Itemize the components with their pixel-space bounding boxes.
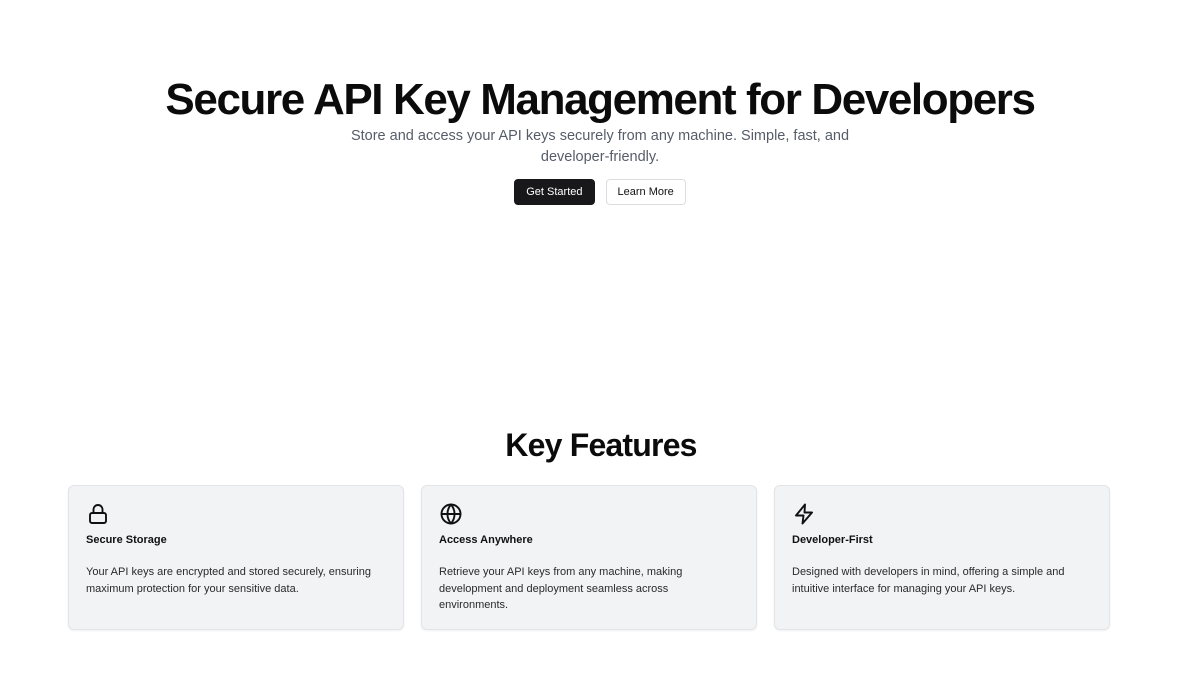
feature-card-secure-storage: Secure Storage Your API keys are encrypt… [68,485,404,630]
feature-card-developer-first: Developer-First Designed with developers… [774,485,1110,630]
feature-title: Developer-First [792,534,873,546]
feature-title: Secure Storage [86,534,167,546]
lock-icon [86,502,110,526]
get-started-button[interactable]: Get Started [514,179,595,205]
feature-description: Your API keys are encrypted and stored s… [86,566,371,595]
globe-icon [439,502,463,526]
hero-title: Secure API Key Management for Developers [165,75,1036,124]
feature-card-access-anywhere: Access Anywhere Retrieve your API keys f… [421,485,757,630]
feature-title: Access Anywhere [439,534,533,546]
lightning-icon [792,502,816,526]
features-section: Key Features Secure Storage Your API key… [0,424,1200,630]
features-title: Key Features [505,427,697,463]
hero-section: Secure API Key Management for Developers… [0,74,1200,205]
landing-page: Secure API Key Management for Developers… [0,0,1200,688]
feature-description: Retrieve your API keys from any machine,… [439,566,683,611]
learn-more-button[interactable]: Learn More [605,179,686,205]
hero-subtitle: Store and access your API keys securely … [350,128,850,165]
feature-cards: Secure Storage Your API keys are encrypt… [68,485,1110,630]
feature-description: Designed with developers in mind, offeri… [792,566,1065,595]
hero-actions: Get Started Learn More [0,179,1200,205]
